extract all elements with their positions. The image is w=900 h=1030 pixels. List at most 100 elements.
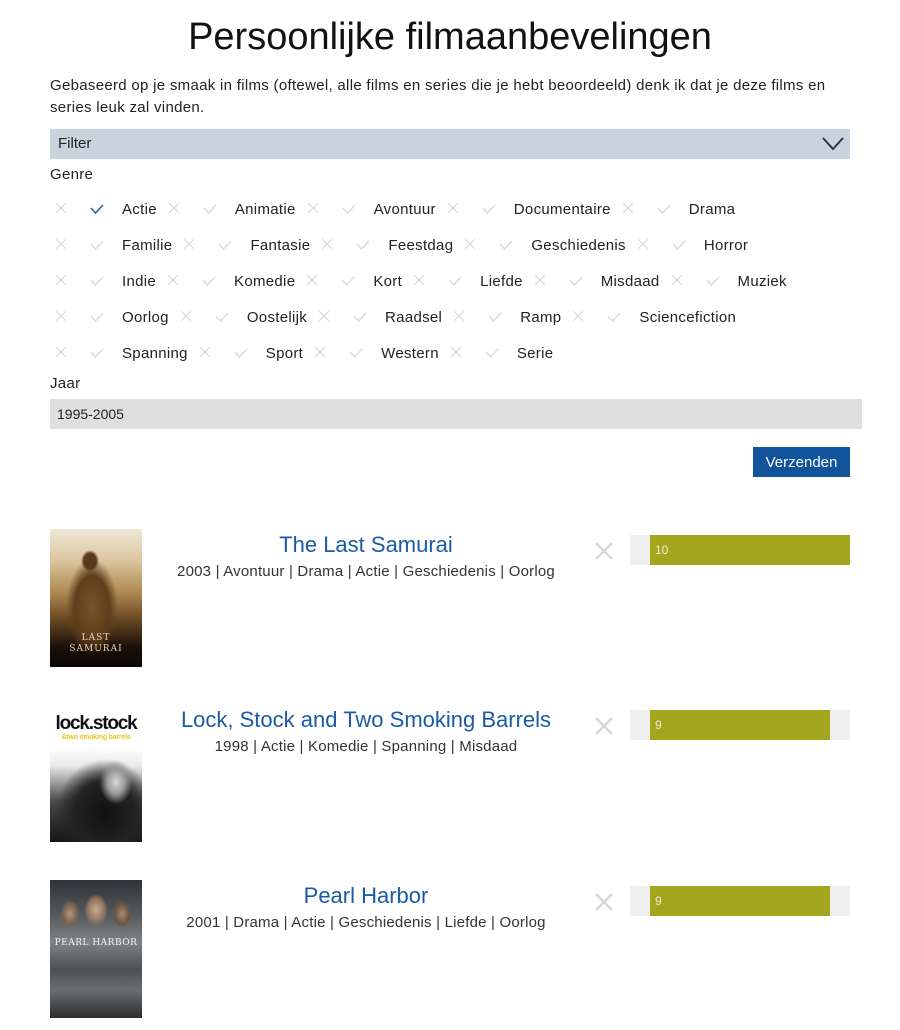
include-check-icon[interactable] [203, 201, 217, 215]
include-check-icon[interactable] [234, 345, 248, 359]
movie-poster[interactable]: LAST SAMURAI [50, 529, 142, 667]
genre-option-label[interactable]: Actie [122, 192, 157, 228]
genre-option-label[interactable]: Indie [122, 264, 156, 300]
genre-option-label[interactable]: Documentaire [514, 192, 611, 228]
include-check-icon[interactable] [657, 201, 671, 215]
intro-text: Gebaseerd op je smaak in films (oftewel,… [50, 77, 826, 116]
exclude-x-icon[interactable] [55, 237, 67, 250]
genre-option-label[interactable]: Oorlog [122, 300, 169, 336]
genre-option-label[interactable]: Feestdag [388, 228, 453, 264]
genre-option-label[interactable]: Sciencefiction [639, 300, 736, 336]
exclude-x-icon[interactable] [306, 273, 318, 286]
include-check-icon[interactable] [218, 237, 233, 251]
genre-option-label[interactable]: Ramp [520, 300, 561, 336]
include-check-icon[interactable] [202, 273, 216, 287]
genre-item-sport: Sport [194, 336, 309, 372]
genre-option-label[interactable]: Spanning [122, 336, 188, 372]
genre-item-liefde: Liefde [408, 264, 529, 300]
filter-toggle-bar[interactable]: Filter [50, 129, 850, 159]
include-check-icon[interactable] [488, 309, 502, 323]
include-check-icon[interactable] [705, 273, 720, 287]
year-input[interactable] [50, 399, 862, 429]
genre-item-ramp: Ramp [448, 300, 567, 336]
exclude-x-icon[interactable] [447, 201, 459, 214]
exclude-x-icon[interactable] [671, 273, 683, 286]
exclude-x-icon[interactable] [167, 273, 179, 286]
include-check-icon[interactable] [90, 237, 104, 251]
exclude-x-icon[interactable] [453, 309, 465, 322]
genre-option-label[interactable]: Western [381, 336, 439, 372]
exclude-x-icon[interactable] [55, 345, 67, 358]
include-check-icon[interactable] [90, 309, 104, 323]
exclude-x-icon[interactable] [314, 345, 326, 358]
exclude-x-icon[interactable] [199, 345, 211, 358]
exclude-x-icon[interactable] [622, 201, 634, 214]
genre-option-label[interactable]: Sport [266, 336, 303, 372]
include-check-icon[interactable] [672, 237, 686, 251]
genre-option-label[interactable]: Animatie [235, 192, 296, 228]
include-check-icon[interactable] [90, 273, 104, 287]
movie-title-link[interactable]: Pearl Harbor [150, 880, 582, 912]
movie-meta: 1998 | Actie | Komedie | Spanning | Misd… [214, 738, 518, 755]
include-check-icon[interactable] [353, 309, 367, 323]
dismiss-x-icon[interactable] [594, 716, 614, 736]
exclude-x-icon[interactable] [413, 273, 425, 286]
genre-option-label[interactable]: Misdaad [601, 264, 660, 300]
genre-option-label[interactable]: Avontuur [374, 192, 436, 228]
genre-option-label[interactable]: Kort [373, 264, 402, 300]
dismiss-x-icon[interactable] [594, 892, 614, 912]
exclude-x-icon[interactable] [450, 345, 462, 358]
genre-option-label[interactable]: Muziek [738, 264, 787, 300]
genre-item-komedie: Komedie [162, 264, 301, 300]
exclude-x-icon[interactable] [572, 309, 584, 322]
exclude-x-icon[interactable] [55, 273, 67, 286]
exclude-x-icon[interactable] [534, 273, 546, 286]
genre-item-familie: Familie [50, 228, 178, 264]
exclude-x-icon[interactable] [183, 237, 195, 250]
genre-option-label[interactable]: Liefde [480, 264, 523, 300]
genre-option-label[interactable]: Oostelijk [247, 300, 307, 336]
dismiss-x-icon[interactable] [594, 541, 614, 561]
genre-item-actie: Actie [50, 192, 163, 228]
year-label: Jaar [50, 375, 81, 392]
genre-item-sciencefiction: Sciencefiction [567, 300, 742, 336]
exclude-x-icon[interactable] [637, 237, 649, 250]
exclude-x-icon[interactable] [321, 237, 333, 250]
include-check-icon[interactable] [349, 345, 363, 359]
movie-meta: 2001 | Drama | Actie | Geschiedenis | Li… [186, 914, 546, 931]
exclude-x-icon[interactable] [168, 201, 180, 214]
submit-button[interactable]: Verzenden [753, 447, 850, 477]
movie-poster[interactable]: PEARL HARBOR [50, 880, 142, 1018]
exclude-x-icon[interactable] [464, 237, 476, 250]
include-check-icon[interactable] [482, 201, 496, 215]
genre-option-label[interactable]: Drama [689, 192, 736, 228]
include-check-icon[interactable] [90, 345, 104, 359]
genre-option-label[interactable]: Raadsel [385, 300, 442, 336]
include-check-icon[interactable] [90, 201, 104, 215]
movie-title-link[interactable]: Lock, Stock and Two Smoking Barrels [150, 704, 582, 736]
include-check-icon[interactable] [215, 309, 229, 323]
include-check-icon[interactable] [485, 345, 499, 359]
genre-option-label[interactable]: Komedie [234, 264, 295, 300]
include-check-icon[interactable] [341, 273, 355, 287]
genre-option-label[interactable]: Geschiedenis [531, 228, 626, 264]
genre-option-label[interactable]: Familie [122, 228, 172, 264]
movie-title-link[interactable]: The Last Samurai [150, 529, 582, 561]
include-check-icon[interactable] [607, 309, 621, 323]
include-check-icon[interactable] [448, 273, 462, 287]
genre-option-label[interactable]: Horror [704, 228, 748, 264]
genre-option-label[interactable]: Serie [517, 336, 554, 372]
include-check-icon[interactable] [569, 273, 583, 287]
exclude-x-icon[interactable] [307, 201, 319, 214]
exclude-x-icon[interactable] [55, 201, 67, 214]
exclude-x-icon[interactable] [180, 309, 192, 322]
include-check-icon[interactable] [342, 201, 356, 215]
include-check-icon[interactable] [356, 237, 370, 251]
exclude-x-icon[interactable] [55, 309, 67, 322]
chevron-down-icon[interactable] [822, 137, 844, 151]
genre-option-label[interactable]: Fantasie [250, 228, 310, 264]
include-check-icon[interactable] [499, 237, 513, 251]
exclude-x-icon[interactable] [318, 309, 330, 322]
genre-item-misdaad: Misdaad [529, 264, 666, 300]
movie-poster[interactable]: lock.stock &two smoking barrels [50, 704, 142, 842]
